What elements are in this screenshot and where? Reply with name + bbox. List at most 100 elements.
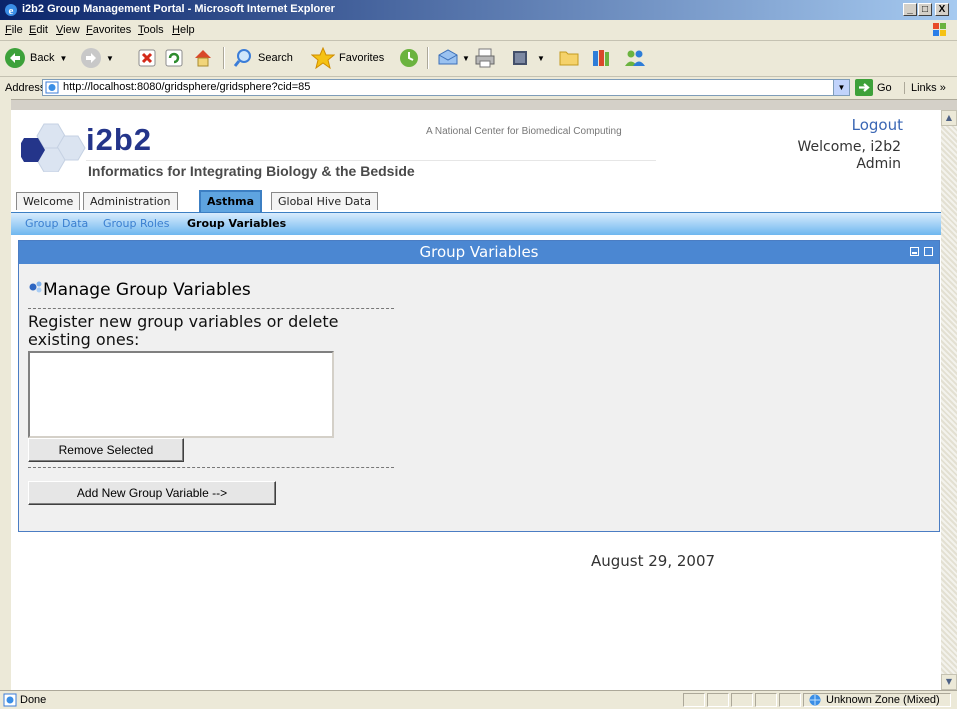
page-icon (45, 81, 59, 94)
tab-global-hive-data[interactable]: Global Hive Data (271, 192, 378, 210)
welcome-line-2: Admin (856, 156, 901, 172)
edit-icon (513, 51, 527, 65)
discuss-button[interactable] (557, 46, 581, 70)
messenger-icon (625, 50, 645, 66)
tab-asthma[interactable]: Asthma (199, 190, 263, 212)
portlet-title: Group Variables (419, 243, 539, 261)
menu-help[interactable]: Help (172, 24, 195, 36)
maximize-button[interactable]: □ (918, 3, 932, 16)
i2b2-hexagon-logo-icon (21, 123, 86, 172)
window-title-bar[interactable]: e i2b2 Group Management Portal - Microso… (0, 0, 957, 20)
address-bar: Address http://localhost:8080/gridsphere… (0, 77, 957, 100)
refresh-button[interactable] (164, 46, 184, 70)
address-input[interactable]: http://localhost:8080/gridsphere/gridsph… (42, 79, 850, 96)
refresh-icon (165, 49, 183, 67)
subnav-group-variables[interactable]: Group Variables (187, 217, 286, 230)
ie-logo-icon: e (5, 4, 17, 17)
history-icon (400, 49, 418, 67)
forward-button[interactable]: ▼ (80, 46, 114, 70)
search-label: Search (258, 52, 293, 64)
research-books-icon (593, 50, 609, 66)
folder-icon (559, 51, 579, 66)
toolbar: Back ▼ ▼ Search Favorites ▼ ▼ (0, 41, 957, 77)
minimize-button[interactable]: _ (903, 3, 917, 16)
portal-header: i2b2 Informatics for Integrating Biology… (11, 110, 941, 190)
status-text: Done (20, 694, 47, 706)
vertical-scrollbar[interactable]: ▲ ▼ (941, 110, 957, 690)
address-label: Address (5, 82, 46, 94)
search-button[interactable]: Search (232, 46, 293, 70)
back-button[interactable]: Back ▼ (4, 46, 67, 70)
window-title: i2b2 Group Management Portal - Microsoft… (22, 3, 335, 15)
zone-text: Unknown Zone (Mixed) (826, 694, 940, 706)
mail-icon (438, 49, 458, 65)
logo-subtitle: Informatics for Integrating Biology & th… (88, 163, 415, 179)
divider (28, 467, 394, 468)
search-icon (233, 49, 251, 67)
divider (28, 308, 394, 309)
menu-tools[interactable]: Tools (138, 24, 164, 36)
logout-link[interactable]: Logout (852, 116, 903, 134)
menu-view[interactable]: View (56, 24, 80, 36)
portal-tabs: Welcome Administration Asthma Global Hiv… (11, 190, 941, 212)
print-button[interactable] (473, 46, 497, 70)
welcome-line-1: Welcome, i2b2 (797, 139, 901, 155)
home-button[interactable] (192, 46, 214, 70)
address-url: http://localhost:8080/gridsphere/gridsph… (63, 81, 311, 93)
stop-button[interactable] (137, 46, 157, 70)
messenger-button[interactable] (623, 46, 647, 70)
group-variables-portlet: Group Variables Manage Group Variables R… (18, 240, 940, 532)
i2b2-logo-text: i2b2 (86, 122, 153, 157)
back-label: Back (30, 52, 55, 64)
portlet-title-bar: Group Variables (19, 241, 939, 264)
tab-administration[interactable]: Administration (83, 192, 178, 210)
windows-flag-icon (933, 23, 946, 36)
mail-button[interactable]: ▼ (436, 46, 470, 70)
forward-arrow-icon (81, 48, 101, 68)
research-button[interactable] (589, 46, 613, 70)
svg-text:e: e (9, 5, 14, 17)
stop-icon (138, 49, 156, 67)
group-variables-listbox[interactable] (28, 351, 334, 438)
welcome-text: Welcome, i2b2 Admin (701, 139, 901, 173)
portlet-minimize-icon[interactable] (910, 247, 919, 256)
edit-dropdown-icon[interactable]: ▼ (537, 54, 545, 63)
address-dropdown-icon[interactable]: ▼ (833, 80, 849, 95)
menu-edit[interactable]: Edit (29, 24, 48, 36)
remove-selected-button[interactable]: Remove Selected (28, 438, 184, 462)
forward-dropdown-icon[interactable]: ▼ (106, 54, 114, 63)
portlet-maximize-icon[interactable] (924, 247, 933, 256)
mail-dropdown-icon[interactable]: ▼ (462, 54, 470, 63)
description-text: Register new group variables or delete e… (28, 312, 339, 349)
page-viewport: i2b2 Informatics for Integrating Biology… (11, 110, 941, 690)
globe-icon (809, 694, 821, 706)
menu-bar: File Edit View Favorites Tools Help (0, 20, 957, 41)
subnav-group-data[interactable]: Group Data (25, 217, 88, 230)
back-dropdown-icon[interactable]: ▼ (59, 54, 67, 63)
tagline: A National Center for Biomedical Computi… (426, 126, 622, 137)
history-button[interactable] (398, 46, 420, 70)
menu-favorites[interactable]: Favorites (86, 24, 131, 36)
add-new-group-variable-button[interactable]: Add New Group Variable --> (28, 481, 276, 505)
favorites-button[interactable]: Favorites (311, 46, 384, 70)
back-arrow-icon (5, 48, 25, 68)
go-label: Go (877, 81, 892, 94)
go-button[interactable]: Go (855, 79, 892, 96)
favorites-label: Favorites (339, 52, 385, 64)
close-button[interactable]: X (935, 3, 949, 16)
links-button[interactable]: Links » (904, 82, 946, 94)
manage-group-variables-heading: Manage Group Variables (43, 280, 251, 300)
subnav-group-roles[interactable]: Group Roles (103, 217, 169, 230)
scroll-down-icon[interactable]: ▼ (941, 674, 957, 690)
scroll-up-icon[interactable]: ▲ (941, 110, 957, 126)
manage-dots-icon (29, 281, 42, 293)
date-stamp: August 29, 2007 (591, 552, 716, 570)
menu-file[interactable]: File (5, 24, 23, 36)
favorites-star-icon (311, 47, 335, 69)
status-bar: Done Unknown Zone (Mixed) (0, 690, 957, 709)
edit-button[interactable]: ▼ (509, 46, 545, 70)
tab-welcome[interactable]: Welcome (16, 192, 81, 210)
left-gutter (0, 99, 11, 690)
print-icon (475, 48, 495, 68)
zone-panel[interactable]: Unknown Zone (Mixed) (803, 693, 951, 707)
